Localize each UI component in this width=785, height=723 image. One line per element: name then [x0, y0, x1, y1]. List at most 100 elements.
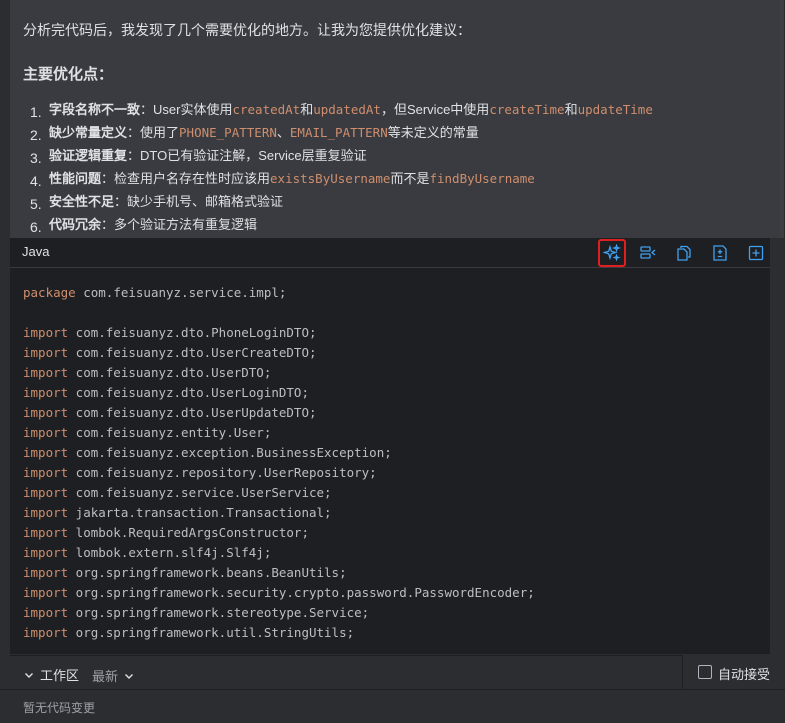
- list-item-number: 1.: [30, 104, 42, 120]
- code-keyword: import: [23, 385, 69, 400]
- code-keyword: import: [23, 425, 69, 440]
- code-text: org.springframework.stereotype.Service;: [68, 605, 370, 620]
- code-line: import com.feisuanyz.repository.UserRepo…: [23, 463, 535, 483]
- code-text: com.feisuanyz.exception.BusinessExceptio…: [68, 445, 392, 460]
- code-line: import org.springframework.beans.BeanUti…: [23, 563, 535, 583]
- insert-at-caret-icon[interactable]: [636, 241, 660, 265]
- list-item-number: 3.: [30, 150, 42, 166]
- code-text: com.feisuanyz.dto.UserDTO;: [68, 365, 272, 380]
- list-item-number: 5.: [30, 196, 42, 212]
- code-line: import com.feisuanyz.dto.UserUpdateDTO;: [23, 403, 535, 423]
- list-item: 3. 验证逻辑重复：DTO已有验证注解，Service层重复验证: [23, 146, 773, 169]
- inline-code: existsByUsername: [270, 171, 391, 186]
- code-keyword: import: [23, 505, 69, 520]
- message-intro: 分析完代码后，我发现了几个需要优化的地方。让我为您提供优化建议：: [23, 22, 471, 38]
- auto-accept-label: 自动接受: [718, 667, 771, 682]
- inline-code: PHONE_PATTERN: [179, 125, 277, 140]
- code-text: com.feisuanyz.dto.PhoneLoginDTO;: [68, 325, 317, 340]
- inline-code: findByUsername: [429, 171, 535, 186]
- workspace-bar: 工作区 最新: [10, 655, 682, 689]
- workspace-filter-dropdown[interactable]: 最新: [92, 666, 134, 685]
- inline-code: updateTime: [577, 102, 653, 117]
- diff-icon[interactable]: [708, 241, 732, 265]
- assistant-message: 分析完代码后，我发现了几个需要优化的地方。让我为您提供优化建议： 主要优化点： …: [10, 0, 780, 238]
- list-item-text: 和: [300, 102, 314, 117]
- list-item-text: ，但Service中使用: [380, 102, 490, 117]
- chevron-down-icon: [25, 672, 33, 678]
- message-heading: 主要优化点：: [23, 66, 114, 83]
- list-item-text: ：多个验证方法有重复逻辑: [101, 217, 258, 232]
- list-item-text: ：检查用户名存在性时应该用: [101, 171, 271, 186]
- inline-code: updatedAt: [313, 102, 381, 117]
- code-keyword: import: [23, 405, 69, 420]
- list-item-text: ：DTO已有验证注解，Service层重复验证: [127, 148, 367, 163]
- ai-sparkle-icon[interactable]: [598, 239, 626, 267]
- code-text: com.feisuanyz.dto.UserLoginDTO;: [68, 385, 309, 400]
- code-text: com.feisuanyz.entity.User;: [68, 425, 272, 440]
- code-line: import jakarta.transaction.Transactional…: [23, 503, 535, 523]
- code-keyword: import: [23, 565, 69, 580]
- list-item-title: 性能问题: [49, 171, 102, 186]
- code-keyword: import: [23, 525, 69, 540]
- list-item-text: 而不是: [390, 171, 430, 186]
- code-line: import org.springframework.security.cryp…: [23, 583, 535, 603]
- workspace-status: 暂无代码变更: [23, 701, 96, 715]
- code-text: org.springframework.util.StringUtils;: [68, 625, 355, 640]
- code-keyword: import: [23, 625, 69, 640]
- code-keyword: import: [23, 465, 69, 480]
- code-text: lombok.extern.slf4j.Slf4j;: [68, 545, 272, 560]
- list-item-title: 代码冗余: [49, 217, 102, 232]
- list-item-title: 字段名称不一致: [49, 102, 141, 117]
- code-text: com.feisuanyz.service.impl;: [75, 285, 287, 300]
- list-item-title: 安全性不足: [49, 194, 115, 209]
- list-item-text: ：使用了: [127, 125, 180, 140]
- list-item-number: 2.: [30, 127, 42, 143]
- code-block: Java package com.feisuanyz.service.impl;…: [10, 238, 770, 654]
- list-item-text: ：缺少手机号、邮箱格式验证: [114, 194, 284, 209]
- code-line: import com.feisuanyz.entity.User;: [23, 423, 535, 443]
- code-content[interactable]: package com.feisuanyz.service.impl; impo…: [23, 283, 535, 643]
- list-item-text: 和: [564, 102, 578, 117]
- auto-accept-toggle[interactable]: 自动接受: [682, 655, 785, 689]
- inline-code: createTime: [489, 102, 565, 117]
- code-keyword: import: [23, 545, 69, 560]
- code-text: jakarta.transaction.Transactional;: [68, 505, 332, 520]
- code-text: com.feisuanyz.dto.UserCreateDTO;: [68, 345, 317, 360]
- code-text: org.springframework.beans.BeanUtils;: [68, 565, 347, 580]
- list-item: 1. 字段名称不一致：User实体使用createdAt和updatedAt，但S…: [23, 100, 773, 123]
- auto-accept-checkbox[interactable]: [698, 665, 712, 679]
- list-item: 6. 代码冗余：多个验证方法有重复逻辑: [23, 215, 773, 238]
- list-item-number: 4.: [30, 173, 42, 189]
- workspace-toggle[interactable]: 工作区: [24, 665, 79, 684]
- code-block-header: Java: [10, 238, 770, 268]
- list-item-title: 验证逻辑重复: [49, 148, 128, 163]
- code-keyword: import: [23, 605, 69, 620]
- list-item-number: 6.: [30, 219, 42, 235]
- code-line: import com.feisuanyz.dto.UserCreateDTO;: [23, 343, 535, 363]
- code-keyword: import: [23, 365, 69, 380]
- chevron-down-icon: [125, 673, 134, 679]
- code-line: import org.springframework.stereotype.Se…: [23, 603, 535, 623]
- code-text: com.feisuanyz.service.UserService;: [68, 485, 332, 500]
- list-item: 5. 安全性不足：缺少手机号、邮箱格式验证: [23, 192, 773, 215]
- code-line: import com.feisuanyz.service.UserService…: [23, 483, 535, 503]
- code-line: import com.feisuanyz.dto.PhoneLoginDTO;: [23, 323, 535, 343]
- code-line: import com.feisuanyz.dto.UserDTO;: [23, 363, 535, 383]
- new-file-icon[interactable]: [744, 241, 768, 265]
- list-item: 2. 缺少常量定义：使用了PHONE_PATTERN、EMAIL_PATTERN等…: [23, 123, 773, 146]
- workspace-title: 工作区: [40, 668, 80, 683]
- list-item-title: 缺少常量定义: [49, 125, 128, 140]
- code-keyword: import: [23, 345, 69, 360]
- code-text: com.feisuanyz.repository.UserRepository;: [68, 465, 377, 480]
- code-line: import lombok.extern.slf4j.Slf4j;: [23, 543, 535, 563]
- code-text: lombok.RequiredArgsConstructor;: [68, 525, 309, 540]
- code-keyword: import: [23, 585, 69, 600]
- code-line: import org.springframework.util.StringUt…: [23, 623, 535, 643]
- optimization-points-list: 1. 字段名称不一致：User实体使用createdAt和updatedAt，但S…: [23, 100, 773, 238]
- workspace-filter-label: 最新: [92, 669, 119, 684]
- list-item-text: 、: [276, 125, 290, 140]
- code-line: import lombok.RequiredArgsConstructor;: [23, 523, 535, 543]
- list-item-text: ：User实体使用: [140, 102, 233, 117]
- copy-icon[interactable]: [672, 241, 696, 265]
- list-item: 4. 性能问题：检查用户名存在性时应该用existsByUsername而不是fi…: [23, 169, 773, 192]
